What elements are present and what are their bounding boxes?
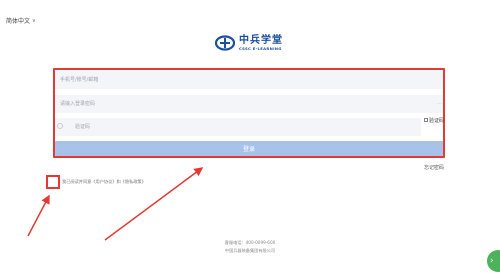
- account-input[interactable]: [55, 71, 443, 89]
- broken-image-icon: [424, 118, 428, 122]
- captcha-image[interactable]: 验证码: [424, 117, 446, 135]
- captcha-alt-text: 验证码: [429, 118, 445, 124]
- language-selector[interactable]: 简体中文 ∨: [6, 16, 36, 26]
- forgot-password-link[interactable]: 忘记密码: [424, 164, 444, 171]
- brand-logo: 中兵学堂 CSSC E-LEARNING: [215, 32, 287, 54]
- captcha-input[interactable]: [55, 118, 421, 136]
- show-password-icon[interactable]: ⋯: [437, 101, 442, 107]
- language-label: 简体中文: [6, 18, 31, 25]
- chevron-right-icon: ›: [490, 256, 494, 266]
- login-button[interactable]: 登录: [55, 141, 443, 156]
- brand-name-en: CSSC E-LEARNING: [239, 45, 282, 51]
- arrow-to-checkbox: [27, 194, 50, 237]
- brand-name-cn: 中兵学堂: [239, 34, 283, 46]
- footer-company: 中国兵器装备集团有限公司: [224, 248, 276, 253]
- agreement-text[interactable]: 我已阅读并同意《用户协议》和《隐私政策》: [62, 179, 146, 185]
- brand-emblem-icon: [215, 35, 235, 51]
- chevron-down-icon: ∨: [32, 17, 36, 24]
- assistant-float-button[interactable]: ›: [487, 250, 500, 272]
- agreement-checkbox-highlight[interactable]: [46, 175, 60, 189]
- footer-phone: 客服电话：400-0099-600: [224, 240, 276, 245]
- shield-icon: [57, 123, 63, 129]
- password-input[interactable]: [55, 95, 443, 113]
